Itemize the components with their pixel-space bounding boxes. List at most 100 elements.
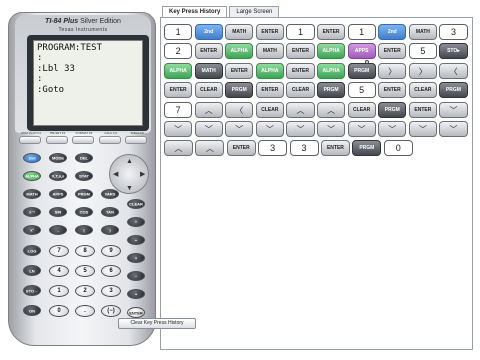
history-key-button[interactable]: ENTER xyxy=(226,140,256,157)
history-key-button[interactable]: ﹀ xyxy=(378,120,407,137)
calc-key-sin[interactable]: SIN xyxy=(49,207,67,217)
calc-key-pow[interactable]: ^ xyxy=(127,217,145,227)
calc-key-sto[interactable]: STO→ xyxy=(23,285,41,296)
calc-key-stat[interactable]: STAT xyxy=(75,171,93,181)
clear-key-press-history-button[interactable]: Clear Key Press History xyxy=(118,318,196,329)
calc-key-vars[interactable]: VARS xyxy=(101,189,119,199)
history-key-button[interactable]: ︿ xyxy=(316,101,346,118)
history-key-button[interactable]: ﹀ xyxy=(347,120,376,137)
history-key-button[interactable]: MATH xyxy=(225,24,254,40)
calc-key-log[interactable]: LOG xyxy=(23,245,41,256)
left-arrow-icon[interactable]: ◀ xyxy=(113,171,118,178)
calc-key-plus[interactable]: + xyxy=(127,289,145,299)
history-key-button[interactable]: ﹀ xyxy=(164,120,193,137)
history-key-button[interactable]: ENTER xyxy=(255,82,284,99)
history-key-button[interactable]: 3 xyxy=(439,24,468,40)
history-key-button[interactable]: ENTER xyxy=(378,43,407,60)
calc-key-two[interactable]: 2 xyxy=(75,285,95,297)
history-key-button[interactable]: MATH xyxy=(255,43,284,60)
history-key-button[interactable]: ENTER xyxy=(255,24,284,40)
history-key-button[interactable]: 5 xyxy=(347,82,376,99)
history-key-button[interactable]: 3 xyxy=(258,140,288,157)
calc-key-prgm[interactable]: PRGM xyxy=(75,189,93,199)
history-key-button[interactable]: ﹀ xyxy=(194,120,223,137)
calc-key-x1[interactable]: x⁻¹ xyxy=(23,207,41,217)
y-equals-key[interactable]: STAT PLOT F1 xyxy=(19,131,41,144)
right-arrow-icon[interactable]: ▶ xyxy=(140,171,145,178)
trace-key[interactable]: CALC F4 xyxy=(98,131,121,144)
down-arrow-icon[interactable]: ▼ xyxy=(126,185,133,192)
calc-key-tan[interactable]: TAN xyxy=(101,207,119,217)
calc-key-dot[interactable]: . xyxy=(75,305,95,317)
history-key-button[interactable]: STO▸ xyxy=(439,43,468,60)
history-key-button[interactable]: ENTER xyxy=(316,24,346,40)
history-key-button[interactable]: ALPHA xyxy=(316,43,346,60)
history-key-button[interactable]: ALPHA xyxy=(316,62,346,79)
history-key-button[interactable]: ALPHA xyxy=(255,62,284,79)
calc-key-cos[interactable]: COS xyxy=(75,207,93,217)
history-key-button[interactable]: 1 xyxy=(164,24,193,40)
history-key-button[interactable]: ﹀ xyxy=(316,120,346,137)
history-key-button[interactable]: ENTER xyxy=(225,62,254,79)
history-key-button[interactable]: 3 xyxy=(289,140,319,157)
calc-key-xt[interactable]: X,T,θ,n xyxy=(49,171,67,181)
calc-key-lparen[interactable]: ( xyxy=(75,225,93,235)
history-key-button[interactable]: CLEAR xyxy=(255,101,284,118)
calc-key-math[interactable]: MATH xyxy=(23,189,41,199)
history-key-button[interactable]: 〉 xyxy=(378,62,407,79)
history-key-button[interactable]: PRGM xyxy=(225,82,254,99)
calc-key-six[interactable]: 6 xyxy=(101,265,121,277)
calc-key-one[interactable]: 1 xyxy=(49,285,69,297)
calc-key-zero[interactable]: 0 xyxy=(49,305,69,317)
history-key-button[interactable]: ﹀ xyxy=(225,120,254,137)
history-key-button[interactable]: CLEAR xyxy=(347,101,376,118)
history-key-button[interactable]: 7 xyxy=(164,101,193,118)
calc-key-x2[interactable]: x² xyxy=(23,225,41,235)
history-key-button[interactable]: MATH xyxy=(194,62,223,79)
calc-key-mode[interactable]: MODE xyxy=(49,153,67,163)
calc-key-rparen[interactable]: ) xyxy=(101,225,119,235)
history-key-button[interactable]: 5 xyxy=(408,43,437,60)
calc-key-five[interactable]: 5 xyxy=(75,265,95,277)
history-key-button[interactable]: ︿ xyxy=(194,101,223,118)
calc-key-mul[interactable]: × xyxy=(127,253,145,263)
calc-key-div[interactable]: ÷ xyxy=(127,235,145,245)
calc-key-del[interactable]: DEL xyxy=(75,153,93,163)
direction-pad[interactable]: ▲ ▼ ◀ ▶ xyxy=(109,154,149,194)
history-key-button[interactable]: ENTER xyxy=(320,140,350,157)
history-key-button[interactable]: 1 xyxy=(347,24,376,40)
calc-key-four[interactable]: 4 xyxy=(49,265,69,277)
history-key-button[interactable]: PRGM xyxy=(347,62,376,79)
calc-key-second[interactable]: 2nd xyxy=(23,153,41,163)
history-key-button[interactable]: ︿ xyxy=(286,101,315,118)
history-key-button[interactable]: APPS xyxy=(347,43,376,60)
window-key[interactable]: TBLSET F2 xyxy=(45,131,68,144)
history-key-button[interactable]: ENTER xyxy=(164,82,193,99)
history-key-button[interactable]: ﹀ xyxy=(439,101,468,118)
history-key-button[interactable]: ALPHA xyxy=(225,43,254,60)
up-arrow-icon[interactable]: ▲ xyxy=(126,158,133,165)
history-key-button[interactable]: 2 xyxy=(164,43,193,60)
history-key-button[interactable]: CLEAR xyxy=(286,82,315,99)
history-key-button[interactable]: 1 xyxy=(286,24,315,40)
history-key-button[interactable]: ENTER xyxy=(408,101,437,118)
calc-key-minus[interactable]: − xyxy=(127,271,145,281)
history-key-button[interactable]: PRGM xyxy=(439,82,468,99)
history-key-button[interactable]: ﹀ xyxy=(286,120,315,137)
calc-key-ln[interactable]: LN xyxy=(23,265,41,276)
history-key-button[interactable]: 〈 xyxy=(225,101,254,118)
history-key-button[interactable]: ︿ xyxy=(164,140,193,157)
history-key-button[interactable]: 〈 xyxy=(439,62,468,79)
history-key-button[interactable]: ALPHA xyxy=(164,62,193,79)
history-key-button[interactable]: CLEAR xyxy=(194,82,223,99)
history-key-button[interactable]: PRGM xyxy=(378,101,407,118)
calc-key-on[interactable]: ON xyxy=(23,305,41,316)
history-key-button[interactable]: 2nd xyxy=(194,24,223,40)
history-key-button[interactable]: PRGM xyxy=(316,82,346,99)
history-key-button[interactable]: MATH xyxy=(408,24,437,40)
history-key-button[interactable]: 0 xyxy=(383,140,413,157)
calc-key-clear[interactable]: CLEAR xyxy=(127,199,145,209)
history-key-button[interactable]: 〉 xyxy=(408,62,437,79)
history-key-button[interactable]: PRGM xyxy=(352,140,382,157)
zoom-key[interactable]: FORMAT F3 xyxy=(72,131,94,144)
